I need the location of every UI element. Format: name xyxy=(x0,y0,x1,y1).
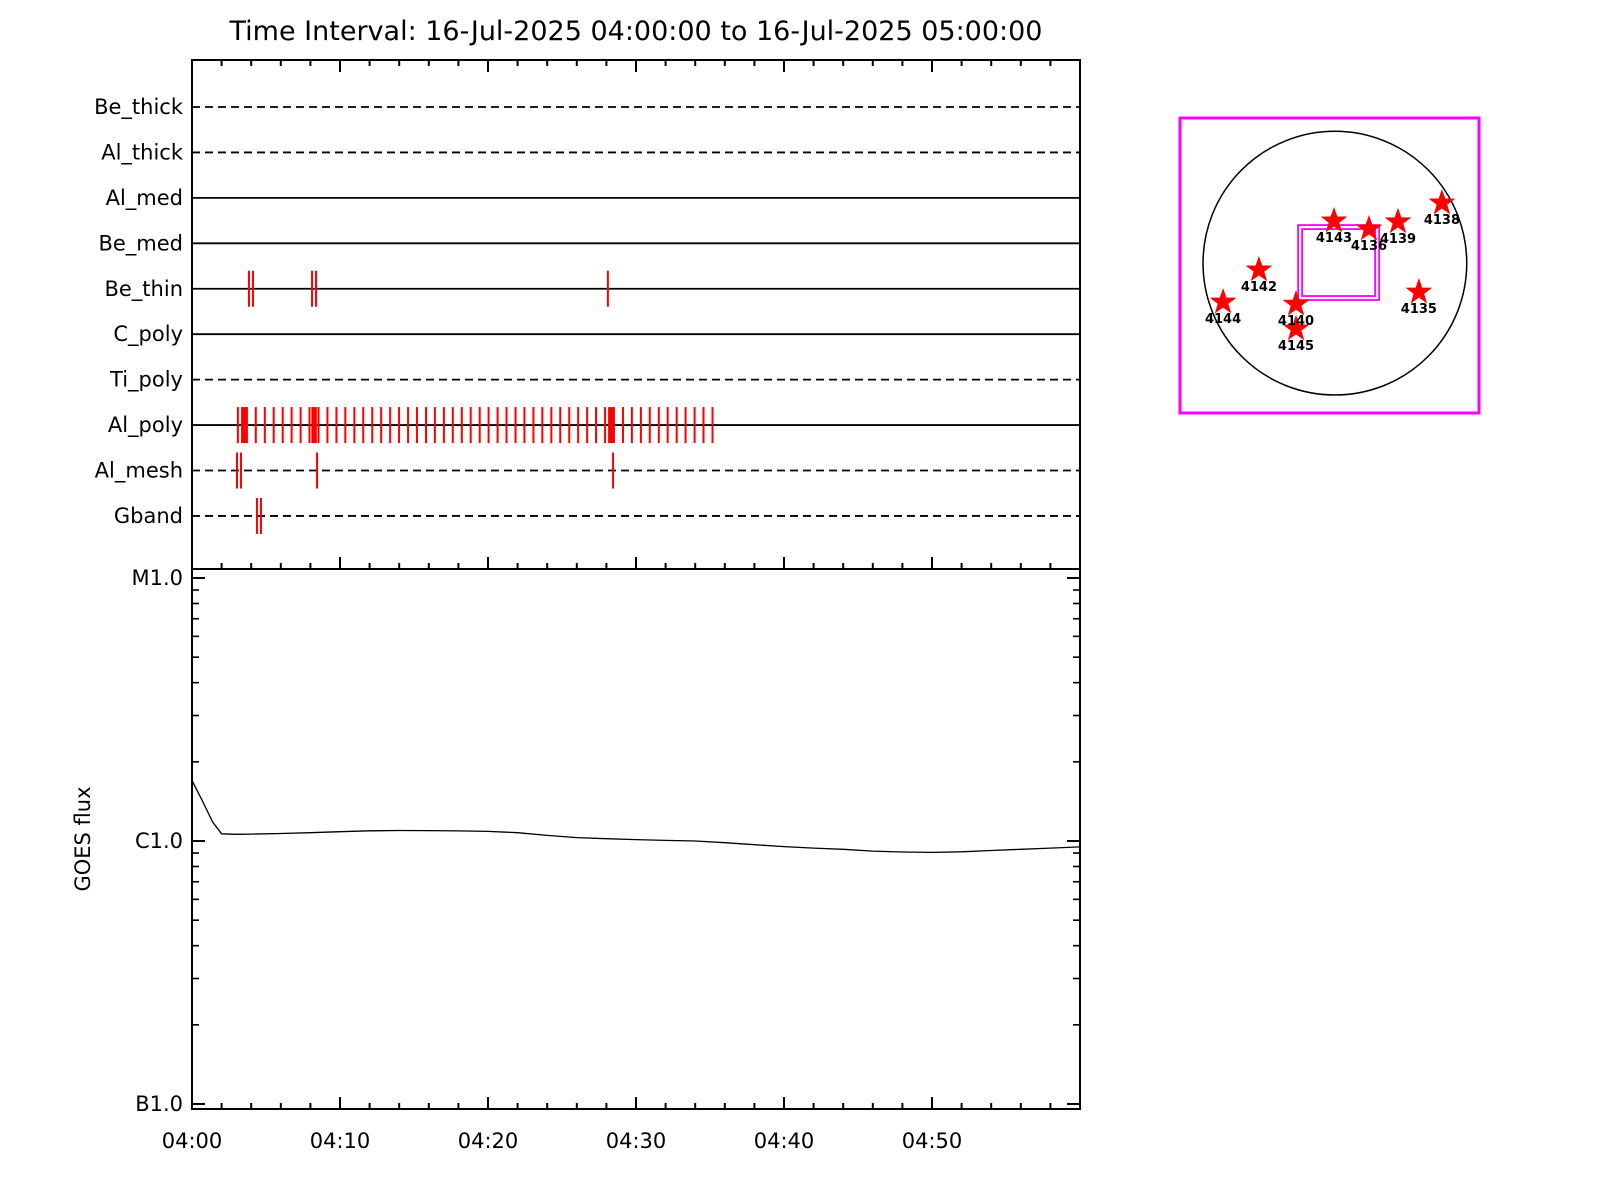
row-label-Gband: Gband xyxy=(114,504,183,528)
active-region-label-4139: 4139 xyxy=(1380,232,1416,247)
row-label-C_poly: C_poly xyxy=(113,322,183,347)
timeline-row-C_poly: C_poly xyxy=(113,322,1080,347)
row-label-Be_med: Be_med xyxy=(98,231,183,256)
active-region-star-4139 xyxy=(1384,207,1412,234)
x-tick-label-04:10: 04:10 xyxy=(310,1129,371,1153)
timeline-row-Gband: Gband xyxy=(114,497,1080,534)
active-region-star-4142 xyxy=(1245,255,1273,282)
y-tick-label-C1.0: C1.0 xyxy=(135,829,183,853)
row-label-Be_thick: Be_thick xyxy=(94,95,184,120)
timeline-row-Al_med: Al_med xyxy=(106,186,1080,211)
active-region-label-4142: 4142 xyxy=(1241,280,1277,295)
goes-flux-curve xyxy=(191,780,1081,854)
timeline-time-ticks xyxy=(191,60,1081,569)
timeline-row-Al_thick: Al_thick xyxy=(101,140,1080,165)
timeline-row-Al_mesh: Al_mesh xyxy=(95,452,1080,489)
y-tick-label-B1.0: B1.0 xyxy=(135,1092,183,1116)
active-region-star-4138 xyxy=(1428,188,1456,215)
screenshot-root: Time Interval: 16-Jul-2025 04:00:00 to 1… xyxy=(0,0,1600,1200)
active-region-star-4136 xyxy=(1355,214,1383,241)
y-tick-label-M1.0: M1.0 xyxy=(131,566,183,590)
solar-disk-map: 413541364138413941404142414341444145 xyxy=(1178,116,1481,415)
row-label-Al_thick: Al_thick xyxy=(101,140,184,165)
active-region-star-4135 xyxy=(1405,277,1433,304)
active-region-star-4140 xyxy=(1282,290,1310,316)
goes-y-axis: M1.0 C1.0 B1.0 xyxy=(131,566,1080,1116)
x-tick-label-04:40: 04:40 xyxy=(754,1129,815,1153)
x-tick-label-04:50: 04:50 xyxy=(902,1129,963,1153)
active-region-label-4140: 4140 xyxy=(1278,314,1314,329)
row-label-Al_mesh: Al_mesh xyxy=(95,459,183,484)
row-label-Ti_poly: Ti_poly xyxy=(109,368,183,393)
timeline-row-Ti_poly: Ti_poly xyxy=(109,368,1080,393)
row-label-Al_med: Al_med xyxy=(106,186,183,211)
active-region-label-4135: 4135 xyxy=(1401,302,1437,317)
row-label-Al_poly: Al_poly xyxy=(108,413,183,438)
active-region-label-4143: 4143 xyxy=(1316,231,1352,246)
active-region-label-4138: 4138 xyxy=(1424,213,1460,228)
plot-canvas: Be_thick Al_thick Al_med Be_med Be_thin C_pol… xyxy=(71,59,1481,1153)
active-region-label-4144: 4144 xyxy=(1205,312,1241,327)
goes-ylabel: GOES flux xyxy=(71,786,95,891)
row-label-Be_thin: Be_thin xyxy=(104,277,183,302)
timeline-row-Al_poly: Al_poly xyxy=(108,407,1080,444)
timeline-row-Be_thick: Be_thick xyxy=(94,95,1080,120)
timeline-panel: Be_thick Al_thick Al_med Be_med Be_thin C_pol… xyxy=(94,59,1081,570)
active-region-label-4145: 4145 xyxy=(1278,339,1314,354)
map-border xyxy=(1178,116,1481,415)
goes-panel: M1.0C1.0B1.004:00 04:10 04:20 04:30 04:40 04:… xyxy=(71,566,1081,1153)
x-tick-label-04:00: 04:00 xyxy=(162,1129,223,1153)
timeline-row-Be_thin: Be_thin xyxy=(104,270,1080,307)
x-tick-label-04:30: 04:30 xyxy=(606,1129,667,1153)
active-region-star-4144 xyxy=(1209,288,1237,314)
goes-x-axis: 04:00 04:10 04:20 04:30 04:40 04:50 xyxy=(162,1097,1081,1153)
x-tick-label-04:20: 04:20 xyxy=(458,1129,519,1153)
timeline-row-Be_med: Be_med xyxy=(98,231,1080,256)
solar-limb-circle xyxy=(1202,130,1468,396)
timeline-frame xyxy=(191,59,1081,570)
active-region-star-4143 xyxy=(1320,206,1348,233)
